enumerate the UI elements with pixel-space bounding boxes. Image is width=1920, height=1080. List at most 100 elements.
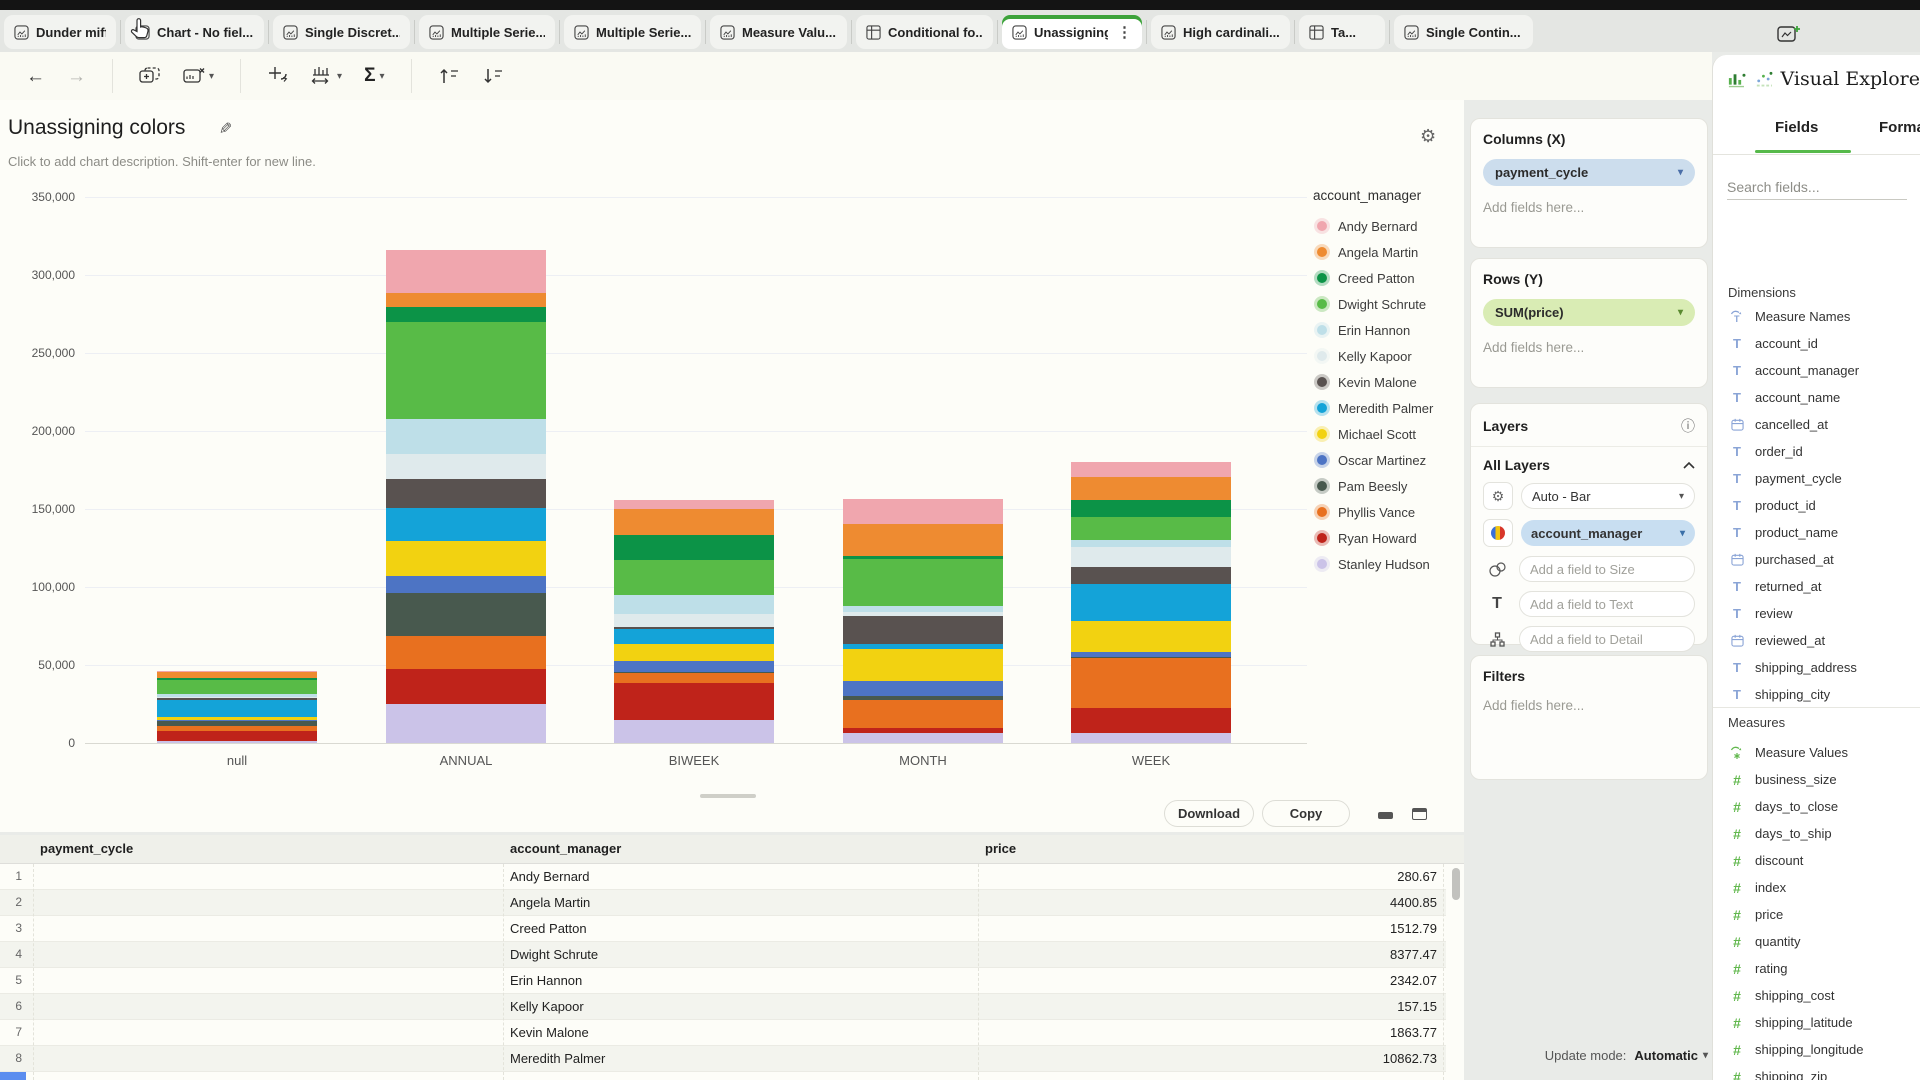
bar-segment-month-phyllis-vance[interactable] — [843, 700, 1003, 728]
bar-segment-annual-michael-scott[interactable] — [386, 541, 546, 576]
color-field-pill[interactable]: account_manager ▾ — [1521, 520, 1695, 546]
bar-segment-null-phyllis-vance[interactable] — [157, 726, 317, 731]
tab-high-cardinali-[interactable]: High cardinali... — [1151, 15, 1290, 49]
bar-segment-annual-creed-patton[interactable] — [386, 307, 546, 322]
copy-button[interactable]: Copy — [1262, 800, 1350, 827]
bar-segment-week-erin-hannon[interactable] — [1071, 540, 1231, 548]
legend-item-ryan-howard[interactable]: Ryan Howard — [1313, 525, 1463, 551]
chart-title[interactable]: Unassigning colors — [8, 116, 185, 140]
table-row[interactable]: 6Kelly Kapoor157.15 — [0, 994, 1446, 1020]
swap-axes-button[interactable] — [267, 66, 289, 86]
bar-segment-month-creed-patton[interactable] — [843, 556, 1003, 559]
mark-settings-button[interactable]: ⚙ — [1483, 482, 1513, 510]
bar-segment-week-meredith-palmer[interactable] — [1071, 584, 1231, 621]
legend-item-erin-hannon[interactable]: Erin Hannon — [1313, 317, 1463, 343]
columns-field-pill[interactable]: payment_cycle ▾ — [1483, 159, 1695, 186]
color-encoding-button[interactable] — [1483, 519, 1513, 547]
legend-item-creed-patton[interactable]: Creed Patton — [1313, 265, 1463, 291]
bar-segment-month-stanley-hudson[interactable] — [843, 733, 1003, 743]
legend-item-kelly-kapoor[interactable]: Kelly Kapoor — [1313, 343, 1463, 369]
bar-segment-annual-kelly-kapoor[interactable] — [386, 454, 546, 479]
bar-segment-null-michael-scott[interactable] — [157, 717, 317, 720]
bar-segment-null-creed-patton[interactable] — [157, 678, 317, 680]
update-mode-select[interactable]: Automatic ▾ — [1634, 1048, 1708, 1063]
chart-description-placeholder[interactable]: Click to add chart description. Shift-en… — [8, 154, 316, 169]
field-item-shipping_city[interactable]: Tshipping_city — [1728, 681, 1918, 708]
tab-ta-[interactable]: Ta... — [1299, 15, 1385, 49]
field-item-account_name[interactable]: Taccount_name — [1728, 384, 1918, 411]
bar-segment-null-erin-hannon[interactable] — [157, 694, 317, 698]
bar-segment-week-creed-patton[interactable] — [1071, 500, 1231, 517]
download-button[interactable]: Download — [1164, 800, 1254, 827]
field-item-days_to_close[interactable]: #days_to_close — [1728, 793, 1918, 820]
bar-segment-biweek-kelly-kapoor[interactable] — [614, 614, 774, 627]
field-item-index[interactable]: #index — [1728, 874, 1918, 901]
legend-item-dwight-schrute[interactable]: Dwight Schrute — [1313, 291, 1463, 317]
tab-unassigning-c-[interactable]: Unassigning c...⋮ — [1002, 15, 1142, 49]
field-item-days_to_ship[interactable]: #days_to_ship — [1728, 820, 1918, 847]
aggregate-button[interactable]: Σ ▾ — [364, 65, 384, 87]
field-item-payment_cycle[interactable]: Tpayment_cycle — [1728, 465, 1918, 492]
tab-multiple-serie-[interactable]: Multiple Serie... — [564, 15, 701, 49]
bar-segment-annual-phyllis-vance[interactable] — [386, 636, 546, 669]
columns-add-fields-placeholder[interactable]: Add fields here... — [1483, 200, 1695, 215]
chevron-up-icon[interactable] — [1683, 461, 1695, 469]
bar-size-button[interactable]: ▾ — [311, 66, 342, 86]
redo-button[interactable]: → — [67, 67, 86, 86]
undo-button[interactable]: ← — [26, 67, 45, 86]
bar-segment-null-pam-beesly[interactable] — [157, 721, 317, 726]
tab-fields[interactable]: Fields — [1775, 119, 1818, 136]
bar-segment-annual-andy-bernard[interactable] — [386, 250, 546, 294]
tab-menu-kebab-icon[interactable]: ⋮ — [1115, 25, 1132, 40]
bar-segment-week-oscar-martinez[interactable] — [1071, 652, 1231, 657]
legend-item-phyllis-vance[interactable]: Phyllis Vance — [1313, 499, 1463, 525]
size-field-input[interactable]: Add a field to Size — [1519, 556, 1695, 582]
field-item-reviewed_at[interactable]: reviewed_at — [1728, 627, 1918, 654]
minimize-table-button[interactable] — [1378, 812, 1393, 819]
bar-segment-week-andy-bernard[interactable] — [1071, 462, 1231, 477]
bar-segment-month-angela-martin[interactable] — [843, 524, 1003, 556]
bar-segment-week-phyllis-vance[interactable] — [1071, 658, 1231, 708]
bar-segment-biweek-pam-beesly[interactable] — [614, 672, 774, 674]
field-item-quantity[interactable]: #quantity — [1728, 928, 1918, 955]
field-item-purchased_at[interactable]: purchased_at — [1728, 546, 1918, 573]
bar-segment-null-stanley-hudson[interactable] — [157, 741, 317, 743]
field-item-discount[interactable]: #discount — [1728, 847, 1918, 874]
field-item-rating[interactable]: #rating — [1728, 955, 1918, 982]
tab-single-contin-[interactable]: Single Contin... — [1394, 15, 1533, 49]
bar-segment-null-dwight-schrute[interactable] — [157, 680, 317, 693]
bar-segment-biweek-ryan-howard[interactable] — [614, 683, 774, 720]
field-item-shipping_longitude[interactable]: #shipping_longitude — [1728, 1036, 1918, 1063]
tab-measure-valu-[interactable]: Measure Valu... — [710, 15, 847, 49]
field-item-product_id[interactable]: Tproduct_id — [1728, 492, 1918, 519]
search-input[interactable] — [1727, 175, 1907, 199]
bar-segment-month-michael-scott[interactable] — [843, 649, 1003, 681]
bar-segment-week-dwight-schrute[interactable] — [1071, 517, 1231, 540]
tab-multiple-serie-[interactable]: Multiple Serie... — [419, 15, 555, 49]
legend-item-michael-scott[interactable]: Michael Scott — [1313, 421, 1463, 447]
bar-segment-annual-meredith-palmer[interactable] — [386, 508, 546, 541]
info-icon[interactable]: ⓘ — [1681, 416, 1695, 436]
column-header-payment-cycle[interactable]: payment_cycle — [40, 841, 133, 856]
bar-segment-biweek-oscar-martinez[interactable] — [614, 661, 774, 672]
column-header-account-manager[interactable]: account_manager — [510, 841, 621, 856]
bar-segment-null-ryan-howard[interactable] — [157, 731, 317, 741]
bar-segment-month-pam-beesly[interactable] — [843, 696, 1003, 700]
bar-segment-month-andy-bernard[interactable] — [843, 499, 1003, 524]
field-item-measure-values[interactable]: Measure Values — [1728, 739, 1918, 766]
field-item-price[interactable]: #price — [1728, 901, 1918, 928]
field-item-measure-names[interactable]: TMeasure Names — [1728, 303, 1918, 330]
bar-segment-null-meredith-palmer[interactable] — [157, 700, 317, 717]
bar-segment-biweek-erin-hannon[interactable] — [614, 595, 774, 614]
table-row[interactable]: 8Meredith Palmer10862.73 — [0, 1046, 1446, 1072]
field-item-cancelled_at[interactable]: cancelled_at — [1728, 411, 1918, 438]
bar-segment-annual-pam-beesly[interactable] — [386, 593, 546, 636]
bar-segment-annual-oscar-martinez[interactable] — [386, 576, 546, 593]
table-row[interactable]: 4Dwight Schrute8377.47 — [0, 942, 1446, 968]
bar-segment-null-oscar-martinez[interactable] — [157, 720, 317, 721]
edit-title-button[interactable]: ✎ — [218, 118, 231, 138]
detail-field-input[interactable]: Add a field to Detail — [1519, 626, 1695, 652]
table-row[interactable]: 7Kevin Malone1863.77 — [0, 1020, 1446, 1046]
field-item-shipping_zip[interactable]: #shipping_zip — [1728, 1063, 1918, 1080]
field-item-order_id[interactable]: Torder_id — [1728, 438, 1918, 465]
